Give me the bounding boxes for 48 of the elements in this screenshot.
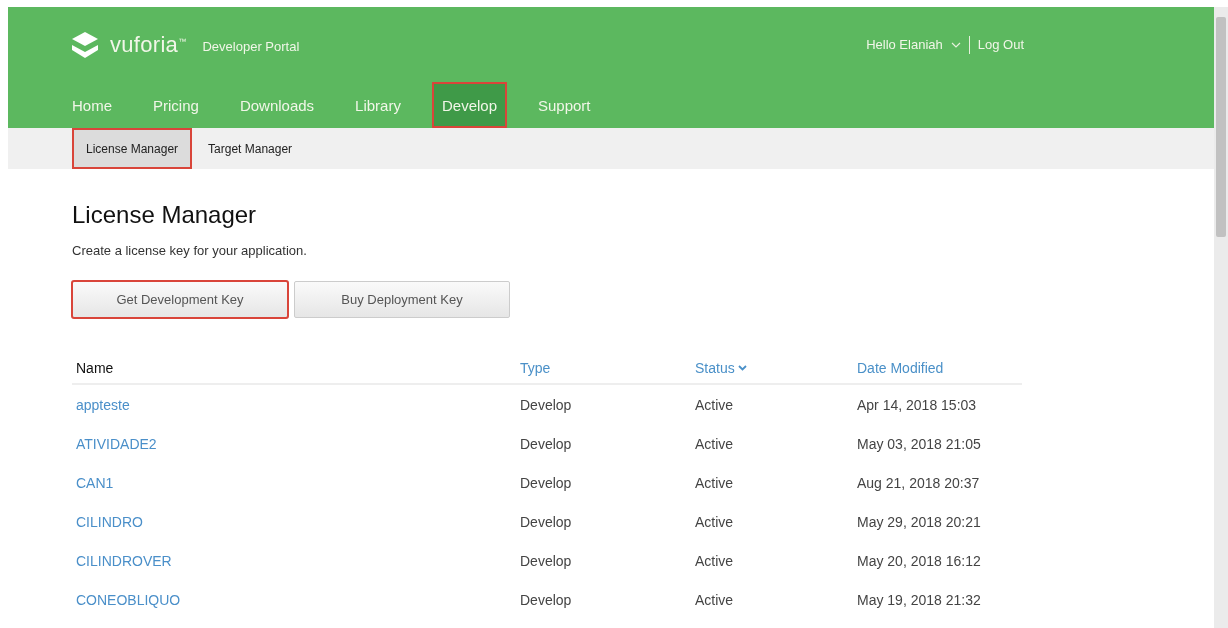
subnav-tab[interactable]: License Manager xyxy=(72,128,193,169)
nav-tab[interactable]: Library xyxy=(345,82,411,128)
license-status: Active xyxy=(695,435,734,452)
nav-tab[interactable]: Pricing xyxy=(143,82,209,128)
license-type: Develop xyxy=(520,435,572,452)
page-description: Create a license key for your application. xyxy=(72,243,308,258)
license-name-link[interactable]: appteste xyxy=(76,396,130,413)
license-type: Develop xyxy=(520,552,572,569)
site-subtitle: Developer Portal xyxy=(202,39,300,54)
nav-tab[interactable]: Develop xyxy=(431,82,507,128)
date-modified: May 03, 2018 21:05 xyxy=(857,435,981,452)
license-status: Active xyxy=(695,396,734,413)
sort-caret-icon[interactable] xyxy=(737,365,747,371)
license-status: Active xyxy=(695,513,734,530)
license-name-link[interactable]: CAN1 xyxy=(76,474,114,491)
license-type: Develop xyxy=(520,591,572,608)
license-name-link[interactable]: CILINDROVER xyxy=(76,552,172,569)
chevron-down-icon[interactable] xyxy=(950,41,961,48)
date-modified: May 29, 2018 20:21 xyxy=(857,513,981,530)
column-header[interactable]: Status xyxy=(695,360,747,376)
nav-tab[interactable]: Downloads xyxy=(229,82,325,128)
logo-icon xyxy=(70,30,100,59)
key-button[interactable]: Get Development Key xyxy=(72,281,288,318)
subnav-tab[interactable]: Target Manager xyxy=(194,128,307,169)
user-greeting[interactable]: Hello Elaniah xyxy=(866,37,943,52)
page-title: License Manager xyxy=(72,201,258,229)
license-status: Active xyxy=(695,474,734,491)
column-header: Name xyxy=(76,360,114,376)
column-header[interactable]: Type xyxy=(520,360,551,376)
logout-link[interactable]: Log Out xyxy=(977,37,1024,52)
scrollbar-thumb[interactable] xyxy=(1216,17,1226,237)
brand-name: vuforia$^{™}$ xyxy=(110,31,187,58)
license-name-link[interactable]: CILINDRO xyxy=(76,513,143,530)
license-type: Develop xyxy=(520,513,572,530)
license-type: Develop xyxy=(520,396,572,413)
date-modified: May 20, 2018 16:12 xyxy=(857,552,981,569)
license-type: Develop xyxy=(520,474,572,491)
date-modified: Apr 14, 2018 15:03 xyxy=(857,396,977,413)
license-name-link[interactable]: ATIVIDADE2 xyxy=(76,435,157,452)
nav-tab[interactable]: Support xyxy=(528,82,601,128)
date-modified: Aug 21, 2018 20:37 xyxy=(857,474,980,491)
date-modified: May 19, 2018 21:32 xyxy=(857,591,981,608)
column-header[interactable]: Date Modified xyxy=(857,360,944,376)
license-status: Active xyxy=(695,552,734,569)
license-name-link[interactable]: CONEOBLIQUO xyxy=(76,591,181,608)
key-button[interactable]: Buy Deployment Key xyxy=(294,281,510,318)
license-status: Active xyxy=(695,591,734,608)
nav-tab[interactable]: Home xyxy=(70,82,122,128)
